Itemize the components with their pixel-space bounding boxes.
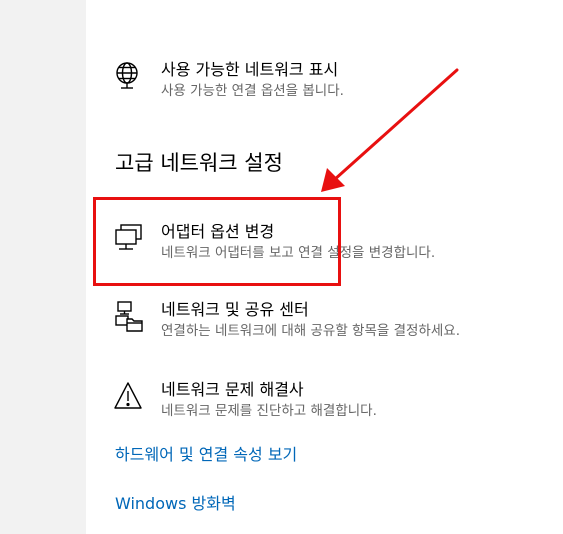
section-heading: 고급 네트워크 설정 (115, 151, 283, 175)
item-description: 네트워크 문제를 진단하고 해결합니다. (161, 403, 377, 419)
windows-firewall-link[interactable]: Windows 방화벽 (115, 494, 236, 514)
item-title: 사용 가능한 네트워크 표시 (161, 60, 339, 79)
left-pane (0, 0, 86, 534)
sharing-center-icon (114, 300, 146, 332)
highlight-box (93, 197, 341, 286)
item-description: 연결하는 네트워크에 대해 공유할 항목을 결정하세요. (161, 323, 460, 339)
warning-icon (114, 380, 146, 412)
item-description: 사용 가능한 연결 옵션을 봅니다. (161, 83, 344, 99)
item-title: 네트워크 및 공유 센터 (161, 300, 309, 319)
item-title: 네트워크 문제 해결사 (161, 380, 304, 399)
hardware-connection-properties-link[interactable]: 하드웨어 및 연결 속성 보기 (115, 445, 297, 465)
globe-network-icon (114, 60, 146, 92)
